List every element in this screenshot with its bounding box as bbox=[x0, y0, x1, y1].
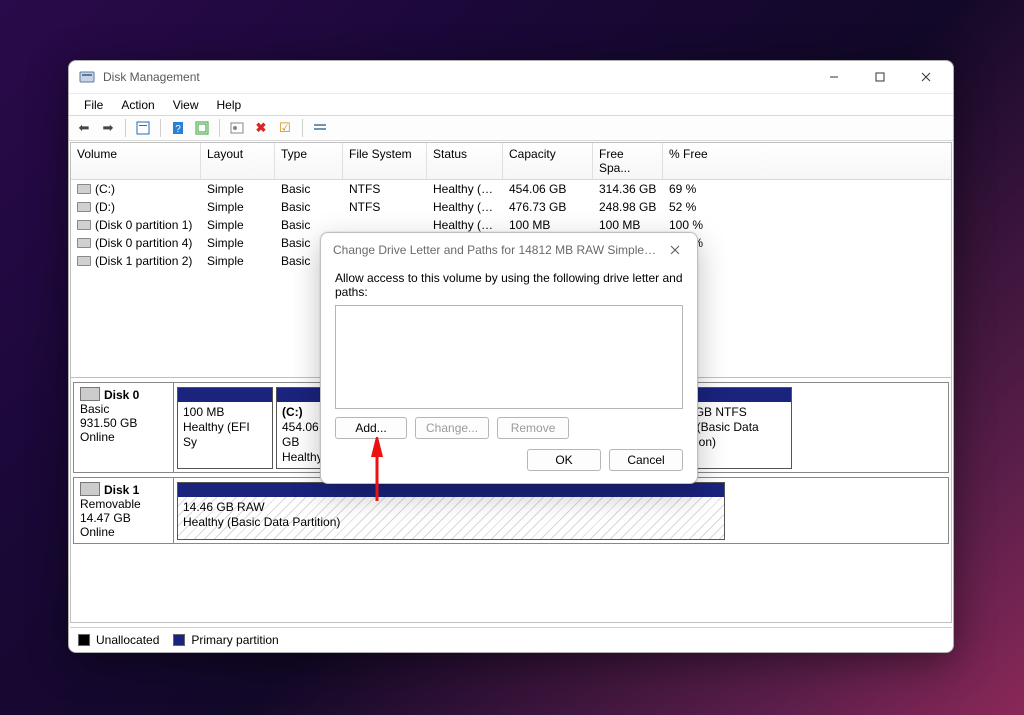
menu-action[interactable]: Action bbox=[112, 96, 163, 114]
titlebar: Disk Management bbox=[69, 61, 953, 93]
col-pctfree[interactable]: % Free bbox=[663, 143, 951, 179]
check-button[interactable]: ☑ bbox=[274, 117, 296, 139]
dialog-titlebar: Change Drive Letter and Paths for 14812 … bbox=[321, 233, 697, 267]
volume-icon bbox=[77, 184, 91, 194]
table-row[interactable]: (C:)SimpleBasicNTFSHealthy (B...454.06 G… bbox=[71, 180, 951, 198]
ok-button[interactable]: OK bbox=[527, 449, 601, 471]
partition[interactable]: 100 MBHealthy (EFI Sy bbox=[177, 387, 273, 469]
col-status[interactable]: Status bbox=[427, 143, 503, 179]
close-button[interactable] bbox=[903, 62, 949, 92]
cancel-button[interactable]: Cancel bbox=[609, 449, 683, 471]
settings-button[interactable] bbox=[226, 117, 248, 139]
svg-text:?: ? bbox=[175, 124, 181, 135]
col-type[interactable]: Type bbox=[275, 143, 343, 179]
col-filesystem[interactable]: File System bbox=[343, 143, 427, 179]
volume-icon bbox=[77, 220, 91, 230]
properties-button[interactable] bbox=[132, 117, 154, 139]
table-row[interactable]: (D:)SimpleBasicNTFSHealthy (B...476.73 G… bbox=[71, 198, 951, 216]
help-button[interactable]: ? bbox=[167, 117, 189, 139]
toolbar: ⬅ ➡ ? ✖ ☑ bbox=[69, 115, 953, 141]
paths-listbox[interactable] bbox=[335, 305, 683, 409]
menu-help[interactable]: Help bbox=[208, 96, 251, 114]
col-capacity[interactable]: Capacity bbox=[503, 143, 593, 179]
disk-icon bbox=[80, 387, 100, 401]
dialog-close-button[interactable] bbox=[659, 236, 691, 264]
window-title: Disk Management bbox=[103, 70, 811, 84]
menu-file[interactable]: File bbox=[75, 96, 112, 114]
dialog-title: Change Drive Letter and Paths for 14812 … bbox=[333, 243, 659, 257]
menubar: File Action View Help bbox=[69, 93, 953, 115]
col-layout[interactable]: Layout bbox=[201, 143, 275, 179]
col-freespace[interactable]: Free Spa... bbox=[593, 143, 663, 179]
partition[interactable]: 14.46 GB RAWHealthy (Basic Data Partitio… bbox=[177, 482, 725, 540]
menu-view[interactable]: View bbox=[164, 96, 208, 114]
maximize-button[interactable] bbox=[857, 62, 903, 92]
back-button[interactable]: ⬅ bbox=[73, 117, 95, 139]
legend: Unallocated Primary partition bbox=[70, 627, 952, 651]
delete-button[interactable]: ✖ bbox=[250, 117, 272, 139]
app-icon bbox=[79, 69, 95, 85]
refresh-button[interactable] bbox=[191, 117, 213, 139]
forward-button[interactable]: ➡ bbox=[97, 117, 119, 139]
volume-icon bbox=[77, 238, 91, 248]
legend-primary: Primary partition bbox=[173, 633, 278, 647]
add-button[interactable]: Add... bbox=[335, 417, 407, 439]
change-button[interactable]: Change... bbox=[415, 417, 489, 439]
dialog-message: Allow access to this volume by using the… bbox=[335, 271, 683, 299]
volume-list-header: Volume Layout Type File System Status Ca… bbox=[71, 143, 951, 180]
col-volume[interactable]: Volume bbox=[71, 143, 201, 179]
legend-unallocated: Unallocated bbox=[78, 633, 159, 647]
disk-icon bbox=[80, 482, 100, 496]
minimize-button[interactable] bbox=[811, 62, 857, 92]
change-drive-letter-dialog: Change Drive Letter and Paths for 14812 … bbox=[320, 232, 698, 484]
volume-icon bbox=[77, 256, 91, 266]
volume-icon bbox=[77, 202, 91, 212]
disk-block: Disk 1Removable14.47 GBOnline14.46 GB RA… bbox=[73, 477, 949, 544]
list-button[interactable] bbox=[309, 117, 331, 139]
remove-button[interactable]: Remove bbox=[497, 417, 569, 439]
